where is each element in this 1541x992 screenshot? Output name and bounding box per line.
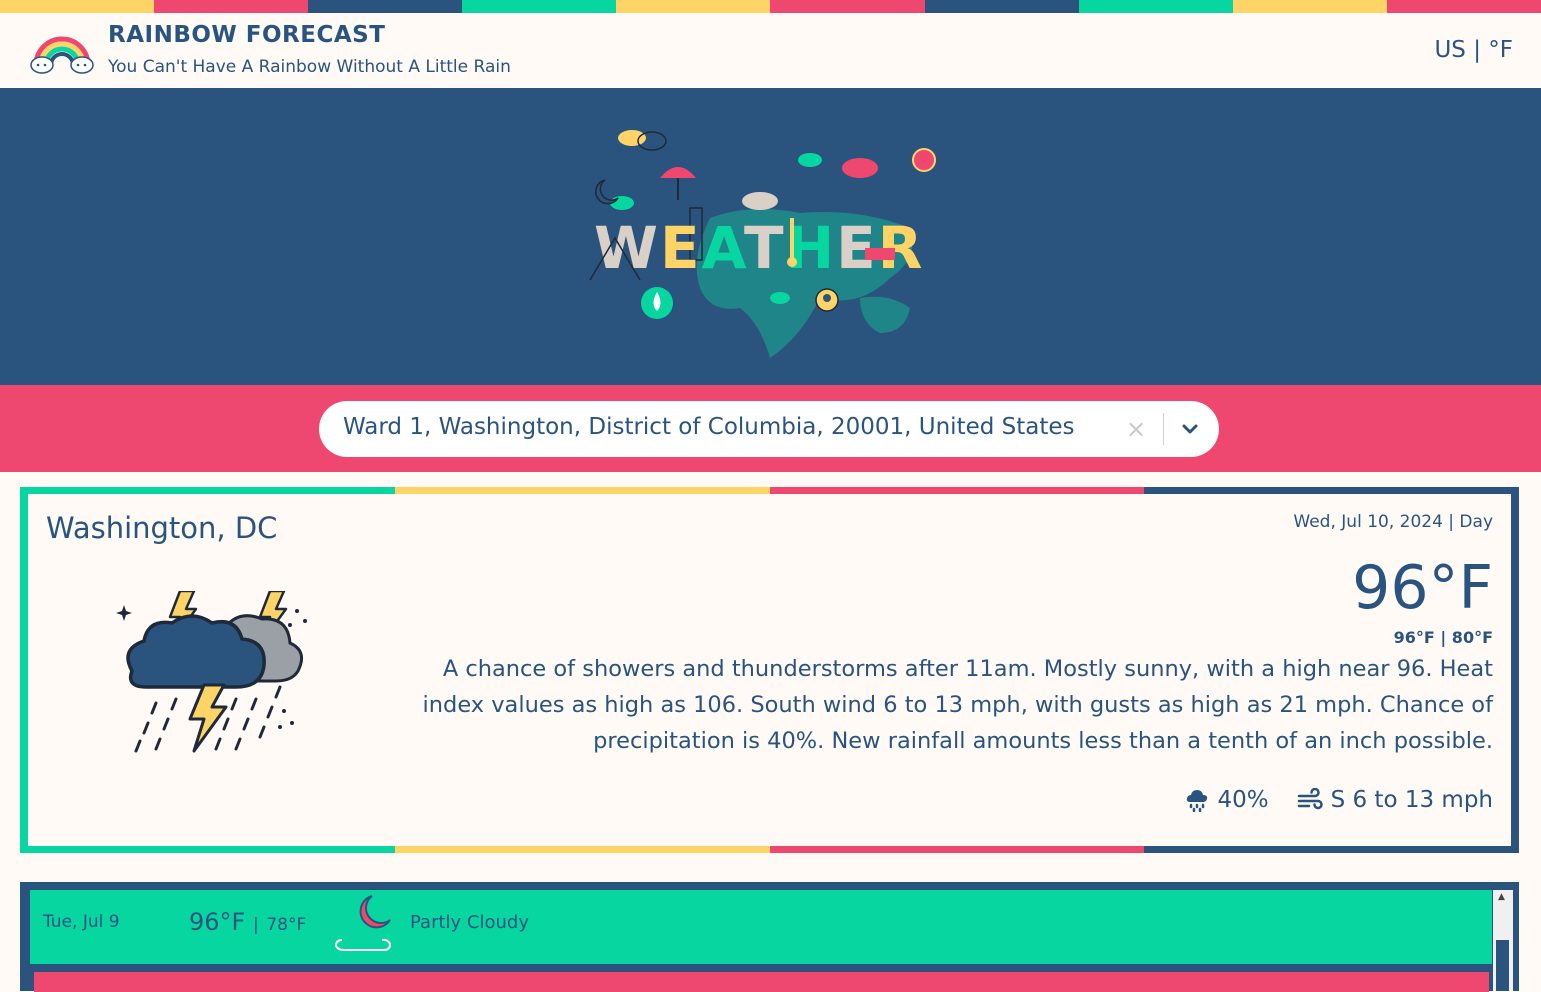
forecast-list[interactable]: Tue, Jul 9 96°F | 78°F Partly Cloudy ▲ <box>20 882 1519 992</box>
chevron-down-icon[interactable] <box>1175 413 1205 445</box>
precipitation-value: 40% <box>1217 787 1269 813</box>
forecast-date: Wed, Jul 10, 2024 | Day <box>1293 512 1493 532</box>
wind-stat: S 6 to 13 mph <box>1297 787 1493 813</box>
card-right-border <box>1511 487 1519 853</box>
app-title: RAINBOW FORECAST <box>108 22 386 48</box>
current-weather-card: Washington, DC Wed, Jul 10, 2024 | Day 9… <box>20 487 1519 853</box>
current-temperature: 96°F <box>1352 553 1493 623</box>
partly-cloudy-night-icon <box>334 895 392 951</box>
units-toggle[interactable]: US | °F <box>1434 37 1513 63</box>
card-bottom-border <box>20 846 1519 853</box>
forecast-scrollbar[interactable]: ▲ <box>1493 890 1513 991</box>
city-name: Washington, DC <box>46 511 278 545</box>
forecast-row[interactable] <box>34 972 1489 992</box>
hero-banner: WEATHER <box>0 88 1541 385</box>
rainbow-stripe <box>0 0 1541 13</box>
forecast-description: A chance of showers and thunderstorms af… <box>422 656 1493 754</box>
weather-stats: 40% S 6 to 13 mph <box>1185 787 1493 813</box>
thunderstorm-icon <box>116 591 307 753</box>
precipitation-stat: 40% <box>1185 787 1269 813</box>
search-band: Ward 1, Washington, District of Columbia… <box>0 385 1541 472</box>
forecast-row-temp: 96°F | 78°F <box>189 908 307 936</box>
app-tagline: You Can't Have A Rainbow Without A Littl… <box>108 57 511 77</box>
forecast-list-viewport: Tue, Jul 9 96°F | 78°F Partly Cloudy <box>30 890 1500 992</box>
forecast-row-condition: Partly Cloudy <box>410 912 529 933</box>
forecast-row-date: Tue, Jul 9 <box>43 912 120 932</box>
search-separator <box>1163 413 1164 445</box>
rainbow-cloud-logo-icon[interactable] <box>28 25 98 77</box>
card-left-border <box>20 487 28 853</box>
location-search-input[interactable]: Ward 1, Washington, District of Columbia… <box>343 414 1075 440</box>
clear-search-button[interactable]: × <box>1121 413 1151 445</box>
high-low-temperature: 96°F | 80°F <box>1393 628 1493 647</box>
rain-cloud-icon <box>1187 790 1208 812</box>
app-header: RAINBOW FORECAST You Can't Have A Rainbo… <box>0 13 1541 88</box>
wind-value: S 6 to 13 mph <box>1330 787 1493 813</box>
scroll-up-arrow-icon[interactable]: ▲ <box>1498 892 1505 902</box>
location-search-box[interactable]: Ward 1, Washington, District of Columbia… <box>319 401 1219 457</box>
scrollbar-thumb[interactable] <box>1496 940 1509 991</box>
card-top-border <box>20 487 1519 494</box>
forecast-row[interactable]: Tue, Jul 9 96°F | 78°F Partly Cloudy <box>30 890 1492 964</box>
weather-illustration-icon: WEATHER <box>589 130 936 358</box>
wind-icon <box>1297 788 1323 810</box>
